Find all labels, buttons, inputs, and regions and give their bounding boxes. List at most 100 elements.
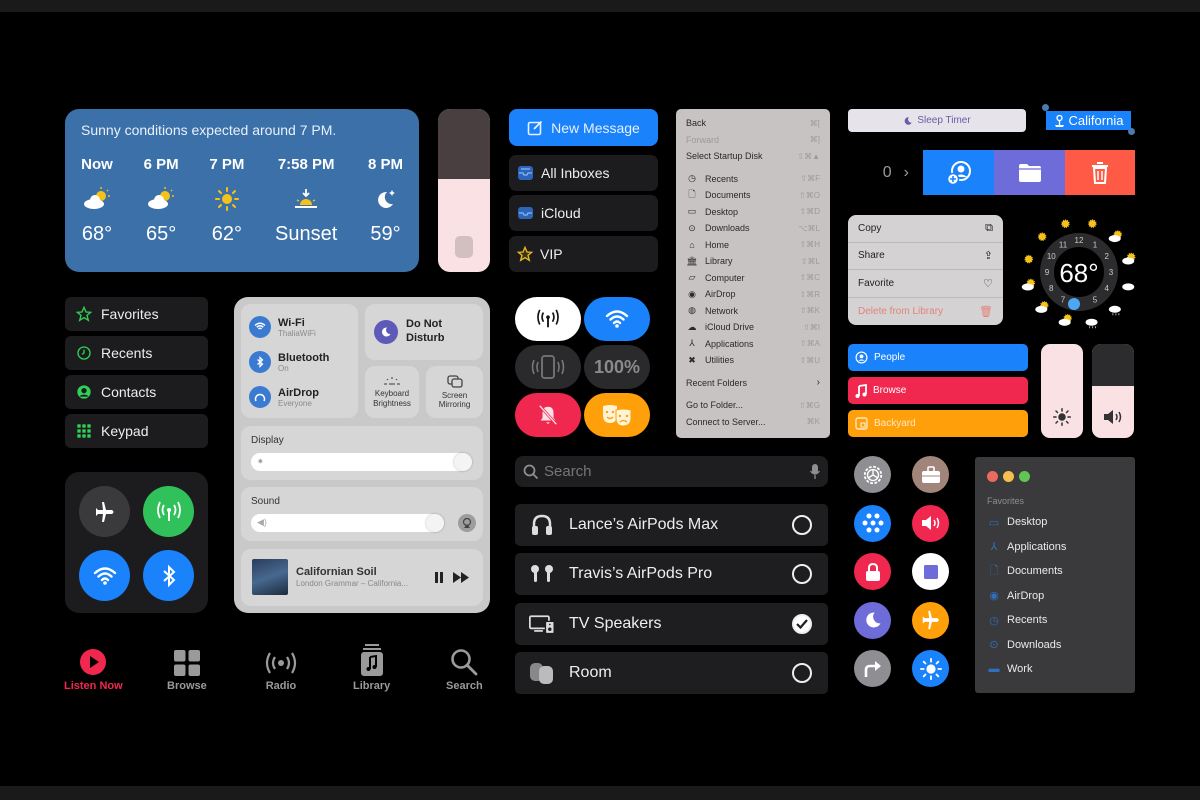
airplay-audio-button[interactable] bbox=[458, 514, 476, 532]
sidebar-item-recents[interactable]: Recents bbox=[65, 336, 208, 370]
shortcut-browse[interactable]: Browse bbox=[848, 377, 1028, 404]
settings-gear-button[interactable] bbox=[854, 456, 891, 493]
new-message-button[interactable]: New Message bbox=[509, 109, 658, 146]
airplay-device-row[interactable]: Lance’s AirPods Max bbox=[515, 504, 828, 546]
airplane-mode-toggle[interactable] bbox=[79, 486, 130, 537]
swipe-action-folder[interactable] bbox=[994, 150, 1065, 195]
finder-sidebar-item[interactable]: ▭ Desktop bbox=[987, 510, 1123, 535]
weather-widget[interactable]: Sunny conditions expected around 7 PM. N… bbox=[65, 109, 419, 272]
tab-search[interactable]: Search bbox=[446, 646, 483, 692]
finder-sidebar-item[interactable]: ▬ Work bbox=[987, 657, 1123, 682]
sidebar-item-favorites[interactable]: Favorites bbox=[65, 297, 208, 331]
menu-item-documents[interactable]: 🗋 Documents ⇧⌘O bbox=[686, 187, 820, 204]
menu-item-computer[interactable]: ▱ Computer ⇧⌘C bbox=[686, 270, 820, 287]
homepod-volume-slider[interactable] bbox=[438, 109, 490, 272]
swipe-action-delete[interactable] bbox=[1065, 150, 1135, 195]
menu-item-connect-to-server[interactable]: Connect to Server... ⌘K bbox=[686, 414, 820, 431]
display-brightness-slider[interactable]: ✷ bbox=[251, 453, 472, 471]
slider-knob[interactable] bbox=[426, 514, 444, 532]
device-select-radio[interactable] bbox=[792, 515, 812, 535]
airplay-device-row[interactable]: Room bbox=[515, 652, 828, 694]
sidebar-item-keypad[interactable]: Keypad bbox=[65, 414, 208, 448]
menu-item-utilities[interactable]: ✖ Utilities ⇧⌘U bbox=[686, 352, 820, 369]
search-field[interactable] bbox=[515, 456, 828, 487]
finder-sidebar-item[interactable]: ⅄ Applications bbox=[987, 535, 1123, 560]
screen-mirroring-tile[interactable]: Screen Mirroring bbox=[426, 366, 483, 418]
next-track-button[interactable] bbox=[453, 572, 470, 583]
selection-handle-end[interactable] bbox=[1128, 128, 1135, 135]
tab-radio[interactable]: Radio bbox=[263, 646, 299, 692]
mailbox-vip[interactable]: VIP bbox=[509, 236, 658, 272]
cellular-toggle[interactable] bbox=[143, 486, 194, 537]
sun-button[interactable] bbox=[912, 650, 949, 687]
wifi-pill[interactable] bbox=[584, 297, 650, 341]
finder-sidebar-item[interactable]: ◉ AirDrop bbox=[987, 584, 1123, 609]
cellular-data-pill[interactable] bbox=[515, 297, 581, 341]
search-input[interactable] bbox=[544, 463, 810, 480]
menu-item-icloud-drive[interactable]: ☁ iCloud Drive ⇧⌘I bbox=[686, 319, 821, 336]
menu-item-downloads[interactable]: ⊙ Downloads ⌥⌘L bbox=[686, 220, 820, 237]
airplay-device-row[interactable]: TV Speakers bbox=[515, 603, 828, 645]
close-window-button[interactable] bbox=[987, 471, 998, 482]
microphone-icon[interactable] bbox=[810, 463, 820, 480]
wifi-toggle[interactable] bbox=[79, 550, 130, 601]
minimize-window-button[interactable] bbox=[1003, 471, 1014, 482]
device-select-radio[interactable] bbox=[792, 663, 812, 683]
airplane-button[interactable] bbox=[912, 601, 949, 639]
device-select-radio[interactable] bbox=[792, 564, 812, 584]
context-item-copy[interactable]: Copy ⧉ bbox=[848, 215, 1003, 243]
theater-mode-pill[interactable] bbox=[584, 393, 650, 437]
slider-knob[interactable] bbox=[454, 453, 472, 471]
shortcut-backyard[interactable]: Backyard bbox=[848, 410, 1028, 437]
pause-button[interactable] bbox=[434, 572, 444, 583]
mailbox-icloud[interactable]: iCloud bbox=[509, 195, 658, 231]
context-item-favorite[interactable]: Favorite ♡ bbox=[848, 270, 1003, 298]
lock-button[interactable] bbox=[854, 553, 891, 590]
forward-arrow-button[interactable] bbox=[854, 650, 891, 687]
device-select-radio[interactable] bbox=[792, 614, 812, 634]
sound-volume-slider[interactable]: ◀) bbox=[251, 514, 444, 532]
menu-item-recent-folders[interactable]: Recent Folders › bbox=[686, 375, 820, 392]
swipe-action-contact[interactable] bbox=[923, 150, 994, 195]
menu-item-library[interactable]: 🏛 Library ⇧⌘L bbox=[686, 253, 820, 270]
tab-listen-now[interactable]: Listen Now bbox=[64, 646, 123, 692]
sidebar-item-contacts[interactable]: Contacts bbox=[65, 375, 208, 409]
weather-dial-complication[interactable]: 68° 12 1 2 3 4 5 7 8 9 10 11 bbox=[1018, 212, 1140, 330]
location-text-selection[interactable]: California bbox=[1046, 111, 1131, 130]
menu-item-airdrop[interactable]: ◉ AirDrop ⇧⌘R bbox=[686, 286, 820, 303]
menu-item-network[interactable]: ◍ Network ⇧⌘K bbox=[686, 303, 820, 320]
do-not-disturb-tile[interactable]: Do Not Disturb bbox=[365, 304, 483, 360]
airplay-device-row[interactable]: Travis’s AirPods Pro bbox=[515, 553, 828, 595]
menu-item-desktop[interactable]: ▭ Desktop ⇧⌘D bbox=[686, 204, 820, 221]
speaker-button[interactable] bbox=[912, 504, 949, 542]
context-item-delete[interactable]: Delete from Library 🗑 bbox=[848, 298, 1003, 326]
shortcut-people[interactable]: People bbox=[848, 344, 1028, 371]
tab-browse[interactable]: Browse bbox=[167, 646, 207, 692]
bluetooth-control[interactable]: Bluetooth On bbox=[249, 351, 329, 373]
sleep-timer-button[interactable]: Sleep Timer bbox=[848, 109, 1026, 132]
menu-item-recents[interactable]: ◷ Recents ⇧⌘F bbox=[686, 171, 820, 188]
zoom-window-button[interactable] bbox=[1019, 471, 1030, 482]
menu-item-applications[interactable]: ⅄ Applications ⇧⌘A bbox=[686, 336, 820, 353]
volume-slider[interactable] bbox=[1092, 344, 1134, 438]
vibrate-pill[interactable] bbox=[515, 345, 581, 389]
airdrop-control[interactable]: AirDrop Everyone bbox=[249, 386, 319, 408]
wifi-control[interactable]: Wi-Fi ThaliaWiFi bbox=[249, 316, 316, 338]
finder-sidebar-item[interactable]: ◷ Recents bbox=[987, 608, 1123, 633]
finder-sidebar-item[interactable]: ⊙ Downloads bbox=[987, 633, 1123, 658]
bluetooth-toggle[interactable] bbox=[143, 550, 194, 601]
brightness-slider[interactable] bbox=[1041, 344, 1083, 438]
selection-handle-start[interactable] bbox=[1042, 104, 1049, 111]
moon-button[interactable] bbox=[854, 601, 891, 639]
album-art[interactable] bbox=[252, 559, 288, 595]
silent-mode-pill[interactable] bbox=[515, 393, 581, 437]
dots-grid-button[interactable] bbox=[854, 504, 891, 542]
stop-button[interactable] bbox=[912, 553, 949, 590]
menu-item-home[interactable]: ⌂ Home ⇧⌘H bbox=[686, 237, 820, 254]
menu-item-go-to-folder[interactable]: Go to Folder... ⇧⌘G bbox=[686, 397, 820, 414]
finder-sidebar-item[interactable]: 🗋 Documents bbox=[987, 559, 1123, 584]
keyboard-brightness-tile[interactable]: Keyboard Brightness bbox=[365, 366, 419, 418]
context-item-share[interactable]: Share ⇪ bbox=[848, 243, 1003, 270]
briefcase-button[interactable] bbox=[912, 456, 949, 493]
menu-item-back[interactable]: Back ⌘[ bbox=[686, 115, 820, 132]
